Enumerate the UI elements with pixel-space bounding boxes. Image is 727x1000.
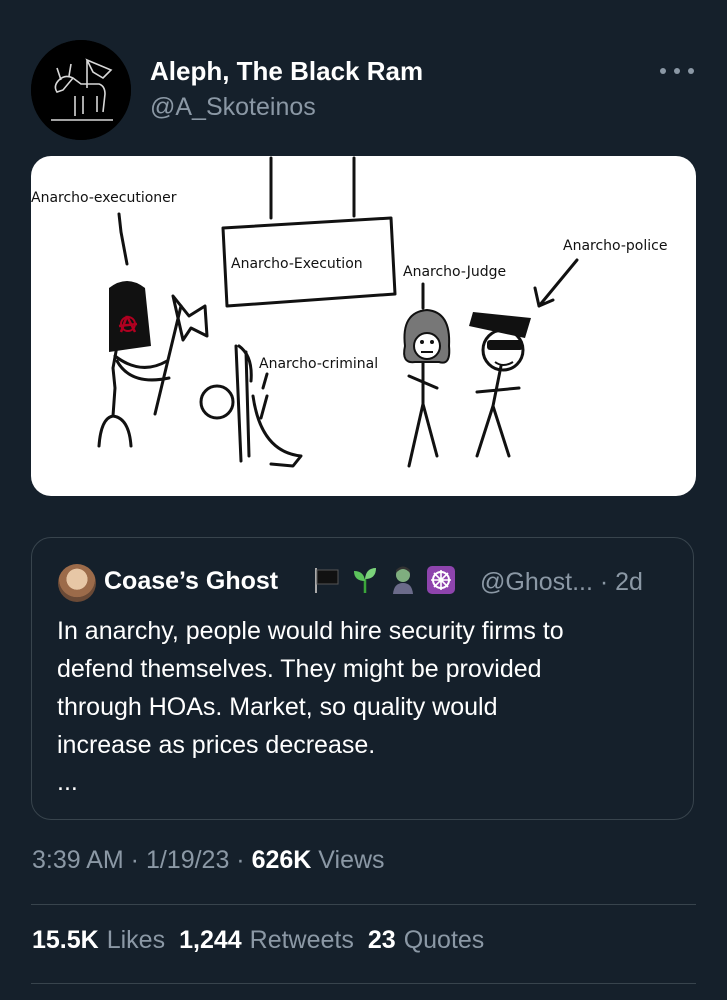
quoted-handle-and-time: @Ghost... · 2d — [480, 568, 643, 596]
tweet-meta: 3:39 AM · 1/19/23 · 626K Views — [32, 846, 385, 875]
dharma-wheel-icon — [427, 566, 455, 594]
stick-figure-cartoon: Anarcho-executioner Anarcho-Execution An… — [31, 156, 667, 468]
likes-count: 15.5K — [32, 926, 99, 954]
author-display-name[interactable]: Aleph, The Black Ram — [150, 56, 423, 87]
divider — [31, 904, 696, 905]
label-anarcho-criminal: Anarcho-criminal — [259, 356, 378, 372]
label-anarcho-judge: Anarcho-Judge — [403, 264, 506, 280]
views-label: Views — [311, 846, 385, 874]
author-handle[interactable]: @A_Skoteinos — [150, 93, 316, 122]
label-anarcho-executioner: Anarcho-executioner — [31, 190, 177, 206]
seedling-icon — [354, 568, 376, 593]
views-count: 626K — [251, 846, 312, 874]
likes-label: Likes — [106, 926, 166, 954]
tweet-timestamp[interactable]: 3:39 AM · 1/19/23 · — [32, 846, 252, 874]
quoted-tweet-card[interactable]: Coase’s Ghost @Ghost... · 2d In anarchy,… — [31, 537, 694, 820]
quotes-label: Quotes — [403, 926, 485, 954]
more-dot — [674, 68, 680, 74]
label-anarcho-police: Anarcho-police — [563, 238, 667, 254]
black-ram-avatar-icon — [31, 40, 131, 140]
zombie-icon — [393, 566, 413, 594]
retweets-stat[interactable]: 1,244 Retweets — [179, 926, 354, 955]
retweets-label: Retweets — [249, 926, 354, 954]
black-flag-icon — [315, 568, 339, 593]
quoted-author-emojis — [312, 565, 456, 595]
quoted-author-name: Coase’s Ghost — [104, 567, 279, 595]
quotes-stat[interactable]: 23 Quotes — [368, 926, 484, 955]
quoted-author-avatar — [58, 564, 96, 602]
more-dot — [688, 68, 694, 74]
more-options-icon[interactable] — [660, 64, 694, 78]
divider — [31, 983, 696, 984]
quoted-tweet-ellipsis: ... — [57, 768, 78, 796]
tweet-media-image[interactable]: Anarcho-executioner Anarcho-Execution An… — [31, 156, 696, 496]
engagement-stats: 15.5K Likes 1,244 Retweets 23 Quotes — [32, 926, 484, 955]
label-anarcho-execution: Anarcho-Execution — [231, 256, 363, 272]
author-avatar[interactable] — [31, 40, 131, 140]
quotes-count: 23 — [367, 926, 396, 954]
retweets-count: 1,244 — [179, 926, 242, 954]
more-dot — [660, 68, 666, 74]
quoted-tweet-text: In anarchy, people would hire security f… — [57, 617, 564, 759]
likes-stat[interactable]: 15.5K Likes — [32, 926, 165, 955]
